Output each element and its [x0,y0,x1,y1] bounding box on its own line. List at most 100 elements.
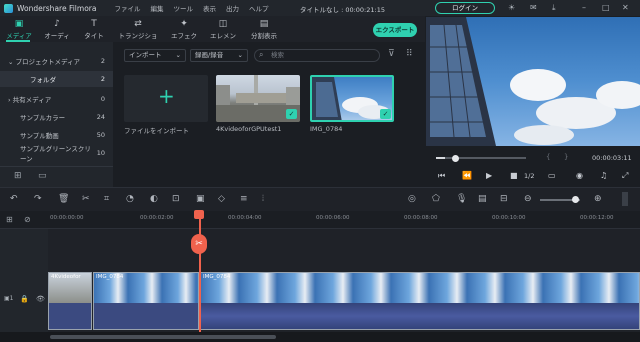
building-sky-image [426,17,640,146]
eye-icon[interactable]: 👁 [36,295,45,303]
render-icon[interactable]: ◎ [408,194,416,204]
volume-icon[interactable]: ♫ [600,171,607,180]
snapshot-icon[interactable]: ◉ [576,171,583,180]
crop-icon[interactable]: ⌗ [104,194,109,204]
color-icon[interactable]: ◐ [150,194,158,204]
adjust-icon[interactable]: ≡ [240,194,248,204]
clip-title: IMG_0784 [203,274,231,280]
clip-thumbnail-img0784[interactable]: ✓ [310,75,394,122]
timeline-scrollbar[interactable] [0,332,640,342]
sidebar-item-shared-media[interactable]: › 共有メディア 0 [0,91,113,107]
audio-mix-icon[interactable]: ⦙ [262,194,264,204]
timeline-clip-4kvideo[interactable]: 4Kvideofor [48,272,92,330]
search-icon: ⌕ [259,50,264,59]
sidebar-item-sample-green-screen[interactable]: サンプルグリーンスクリーン 10 [0,145,113,163]
undo-icon[interactable]: ↶ [10,194,18,204]
preview-video-frame [426,17,640,146]
video-track: 4Kvideofor IMG_0784 IMG_0784 [48,270,640,332]
ruler-tick: 00:00:12:00 [580,215,614,221]
clip-thumbnail-4kvideo[interactable]: ✓ [216,75,300,122]
redo-icon[interactable]: ↷ [34,194,42,204]
mark-in-icon[interactable]: { [546,153,550,161]
cut-icon[interactable]: ✂ [82,194,90,204]
filter-icon[interactable]: ⊽ [388,49,395,59]
menu-help[interactable]: ヘルプ [249,3,269,13]
export-button[interactable]: エクスポート [373,23,417,37]
import-media-tile[interactable]: + [124,75,208,122]
stabilize-icon[interactable]: ⊡ [172,194,180,204]
zoom-out-icon[interactable]: ⊖ [524,194,532,204]
menu-export[interactable]: 出力 [226,3,239,13]
ruler-tick: 00:00:04:00 [228,215,262,221]
folder-icon[interactable]: ▭ [38,171,47,181]
panel-toggle[interactable] [622,192,628,206]
mark-out-icon[interactable]: } [564,153,568,161]
menu-view[interactable]: 表示 [203,3,216,13]
mic-icon[interactable]: 🎙 [456,194,467,204]
playback-progress-fill [436,157,445,159]
import-label: ファイルをインポート [124,127,189,135]
filmora-logo-icon [4,3,13,13]
new-folder-icon[interactable]: ⊞ [14,171,22,181]
media-library: インポート ⌄ 録画/録音 ⌄ 検索 ⌕ ⊽ ⠿ + ファイルをインポート ✓ 4K… [116,42,423,187]
bulb-icon[interactable]: ☀ [508,3,515,12]
maximize-icon[interactable]: □ [602,3,610,12]
split-screen-icon: ▤ [259,19,269,29]
menu-tools[interactable]: ツール [173,3,193,13]
stop-icon[interactable]: ■ [510,171,518,180]
clip-frame [201,273,639,303]
ruler-tick: 00:00:10:00 [492,215,526,221]
clip-name: 4KvideoforGPUtest1 [216,125,282,133]
chevron-down-icon: ⌄ [175,51,181,59]
add-track-icon[interactable]: ⊞ [6,215,13,224]
tab-media[interactable]: ▣ メディア [6,18,32,40]
download-icon[interactable]: ⤓ [552,3,556,13]
scrollbar-thumb[interactable] [50,335,276,339]
lock-icon[interactable]: 🔒 [20,295,29,303]
sidebar-item-sample-video[interactable]: サンプル動画 50 [0,127,113,143]
sidebar-item-project-media[interactable]: ⌄ プロジェクトメディア 2 [0,53,113,69]
playhead-handle[interactable] [194,210,204,219]
close-icon[interactable]: ✕ [622,3,629,12]
menu-file[interactable]: ファイル [114,3,140,13]
speed-icon[interactable]: ◔ [126,194,134,204]
empty-track [48,229,640,270]
import-dropdown[interactable]: インポート ⌄ [124,49,186,62]
minimize-icon[interactable]: – [582,3,586,12]
zoom-select[interactable]: 1/2 [524,172,534,180]
mail-icon[interactable]: ✉ [530,3,537,12]
timeline-clip-img0784-b[interactable]: IMG_0784 [200,272,640,330]
media-toolbar: ▣メディア ♪オーディオ Tタイトル ⇄トランジション ✦エフェクト ◫エレメン… [0,16,425,50]
playback-controls: { } 00:00:03:11 ⏮ ⏪ ▶ ■ 1/2 ▭ ◉ ♫ ⤢ [426,147,640,187]
link-icon[interactable]: ⊘ [24,215,31,224]
step-back-icon[interactable]: ⏪ [462,171,472,180]
grid-view-icon[interactable]: ⠿ [406,49,413,59]
fullscreen-icon[interactable]: ⤢ [622,171,628,181]
play-icon[interactable]: ▶ [486,171,492,180]
menu-edit[interactable]: 編集 [150,3,163,13]
delete-icon[interactable]: 🗑 [58,194,69,204]
element-icon: ◫ [218,19,228,29]
timeline-clip-img0784-a[interactable]: IMG_0784 [93,272,199,330]
search-input[interactable]: 検索 [254,49,380,62]
playhead-handle[interactable] [452,155,459,162]
playback-progress-track[interactable] [436,157,526,159]
timeline-toolbar: ↶ ↷ 🗑 ✂ ⌗ ◔ ◐ ⊡ ▣ ◇ ≡ ⦙ ◎ ⬠ 🎙 ▤ ⊟ ⊖ ⊕ [0,187,640,211]
snap-icon[interactable]: ⊟ [500,194,508,204]
greenscreen-icon[interactable]: ▣ [196,194,205,204]
keyframe-icon[interactable]: ◇ [218,194,225,204]
record-dropdown[interactable]: 録画/録音 ⌄ [190,49,248,62]
marker-icon[interactable]: ⬠ [432,194,440,204]
sidebar-item-sample-color[interactable]: サンプルカラー 24 [0,109,113,125]
split-icon[interactable]: ✂ [191,234,207,254]
zoom-in-icon[interactable]: ⊕ [594,194,602,204]
login-button[interactable]: ログイン [435,2,495,14]
prev-frame-icon[interactable]: ⏮ [438,171,445,181]
zoom-slider-handle[interactable] [572,196,579,203]
project-title: タイトルなし : 00:00:21:15 [300,6,385,14]
voiceover-icon[interactable]: ▤ [478,194,487,204]
monitor-icon[interactable]: ▭ [548,171,556,180]
sidebar-item-folder[interactable]: フォルダ 2 [0,71,113,87]
ruler-tick: 00:00:08:00 [404,215,438,221]
tab-split-screen[interactable]: ▤ 分割表示 [248,18,280,40]
